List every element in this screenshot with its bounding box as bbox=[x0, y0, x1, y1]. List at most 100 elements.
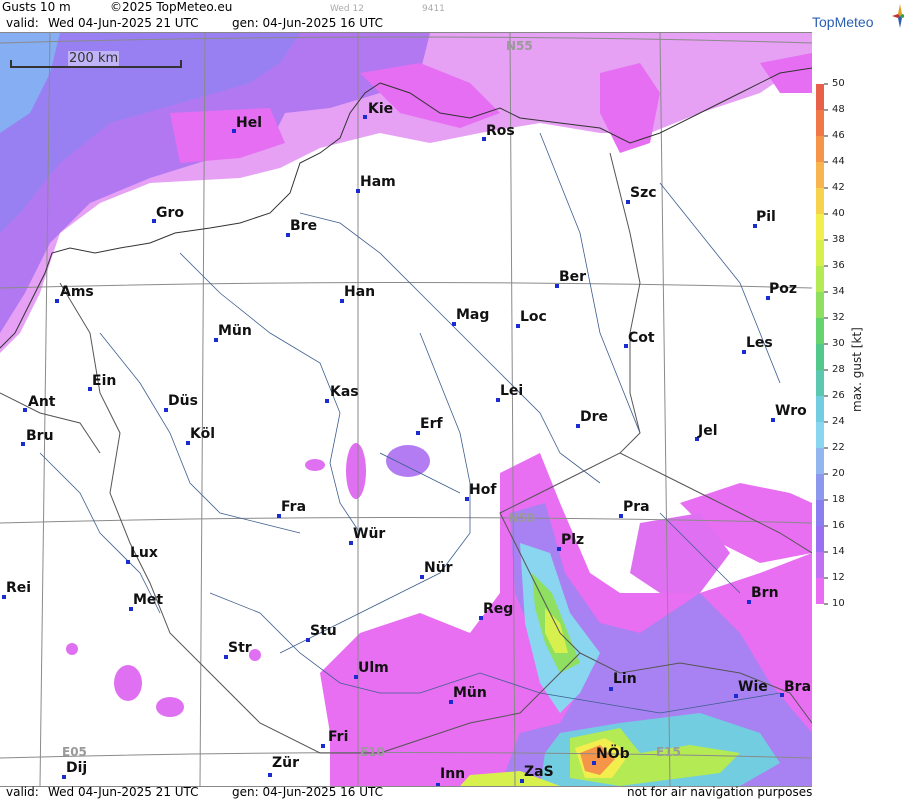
city-label[interactable]: Brn bbox=[751, 585, 779, 601]
legend-title: max. gust [kt] bbox=[850, 327, 864, 412]
city-label[interactable]: Fri bbox=[328, 729, 348, 745]
city-label[interactable]: Plz bbox=[561, 532, 584, 548]
grid-label-e10: E10 bbox=[360, 745, 385, 759]
legend-swatch bbox=[816, 370, 824, 396]
city-label[interactable]: Met bbox=[133, 592, 163, 608]
legend-tick: 30 bbox=[832, 338, 845, 349]
legend-tick: 12 bbox=[832, 572, 845, 583]
city-label[interactable]: Rei bbox=[6, 580, 31, 596]
copyright: ©2025 TopMeteo.eu bbox=[110, 0, 233, 14]
legend-swatch bbox=[816, 578, 824, 604]
city-marker bbox=[23, 408, 27, 412]
city-label[interactable]: Bru bbox=[26, 428, 54, 444]
grid-label-e15: E15 bbox=[656, 745, 681, 759]
footer-valid-time: Wed 04-Jun-2025 21 UTC bbox=[48, 785, 199, 799]
legend-swatch bbox=[816, 266, 824, 292]
grid-label-n55: N55 bbox=[506, 39, 533, 53]
city-label[interactable]: Inn bbox=[440, 766, 465, 782]
city-label[interactable]: Nür bbox=[424, 560, 453, 576]
city-label[interactable]: Dre bbox=[580, 409, 608, 425]
legend-tick: 10 bbox=[832, 598, 845, 609]
city-label[interactable]: Jel bbox=[698, 423, 718, 439]
city-label[interactable]: Fra bbox=[281, 499, 306, 515]
map-canvas bbox=[0, 33, 812, 786]
city-label[interactable]: Köl bbox=[190, 426, 215, 442]
legend-tick: 50 bbox=[832, 78, 845, 89]
city-label[interactable]: Lin bbox=[613, 671, 637, 687]
footer-valid-label: valid: bbox=[6, 785, 39, 799]
legend-swatch bbox=[816, 448, 824, 474]
city-label[interactable]: Ein bbox=[92, 373, 116, 389]
gust-map[interactable]: 200 km N55 N50 E05 E10 E15 Hel Kie Ros H… bbox=[0, 32, 812, 787]
city-label[interactable]: Cot bbox=[628, 330, 655, 346]
legend-swatch bbox=[816, 422, 824, 448]
legend-swatch bbox=[816, 188, 824, 214]
legend-tick: 32 bbox=[832, 312, 845, 323]
legend-tick: 34 bbox=[832, 286, 845, 297]
city-label[interactable]: Loc bbox=[520, 309, 547, 325]
city-label[interactable]: Wür bbox=[353, 526, 385, 542]
city-label[interactable]: Ant bbox=[28, 394, 56, 410]
city-label[interactable]: Wro bbox=[775, 403, 807, 419]
city-label[interactable]: Han bbox=[344, 284, 375, 300]
city-label[interactable]: Mün bbox=[453, 685, 487, 701]
legend-tick: 14 bbox=[832, 546, 845, 557]
city-label[interactable]: Gro bbox=[156, 205, 184, 221]
city-label[interactable]: Düs bbox=[168, 393, 198, 409]
city-label[interactable]: Reg bbox=[483, 601, 513, 617]
city-label[interactable]: Hof bbox=[469, 482, 496, 498]
city-label[interactable]: Szc bbox=[630, 185, 657, 201]
city-label[interactable]: Mün bbox=[218, 323, 252, 339]
legend-swatch bbox=[816, 318, 824, 344]
legend-swatch bbox=[816, 500, 824, 526]
legend-tick: 20 bbox=[832, 468, 845, 479]
city-label[interactable]: Ros bbox=[486, 123, 515, 139]
city-label[interactable]: Zür bbox=[272, 755, 299, 771]
city-label[interactable]: Hel bbox=[236, 115, 262, 131]
legend-tick: 16 bbox=[832, 520, 845, 531]
city-label[interactable]: ZaS bbox=[524, 764, 554, 780]
legend-tick: 46 bbox=[832, 130, 845, 141]
city-label[interactable]: Ulm bbox=[358, 660, 389, 676]
city-label[interactable]: Dij bbox=[66, 760, 87, 776]
run-id: 9411 bbox=[422, 4, 445, 14]
legend-swatch bbox=[816, 136, 824, 162]
gen-time: gen: 04-Jun-2025 16 UTC bbox=[232, 16, 384, 30]
city-label[interactable]: Les bbox=[746, 335, 773, 351]
city-label[interactable]: Kie bbox=[368, 101, 393, 117]
city-label[interactable]: Str bbox=[228, 640, 252, 656]
legend-swatch bbox=[816, 396, 824, 422]
valid-time: Wed 04-Jun-2025 21 UTC bbox=[48, 16, 199, 30]
run-code: Wed 12 bbox=[330, 4, 364, 14]
header-row-1: Gusts 10 m ©2025 TopMeteo.eu Wed 12 9411 bbox=[0, 0, 812, 16]
city-label[interactable]: Stu bbox=[310, 623, 337, 639]
city-label[interactable]: Mag bbox=[456, 307, 489, 323]
footer-gen-time: gen: 04-Jun-2025 16 UTC bbox=[232, 785, 384, 799]
city-label[interactable]: Poz bbox=[769, 281, 797, 297]
compass-icon bbox=[892, 4, 904, 28]
legend-tick: 40 bbox=[832, 208, 845, 219]
city-label[interactable]: Ham bbox=[360, 174, 396, 190]
valid-label: valid: bbox=[6, 16, 39, 30]
city-label[interactable]: Ams bbox=[60, 284, 94, 300]
city-label[interactable]: Lux bbox=[130, 545, 158, 561]
legend-swatch bbox=[816, 240, 824, 266]
city-label[interactable]: Bre bbox=[290, 218, 317, 234]
city-label[interactable]: Ber bbox=[559, 269, 586, 285]
city-label[interactable]: Pra bbox=[623, 499, 650, 515]
city-label[interactable]: Bra bbox=[784, 679, 811, 695]
city-label[interactable]: NÖb bbox=[596, 746, 630, 762]
city-label[interactable]: Lei bbox=[500, 383, 523, 399]
grid-label-e05: E05 bbox=[62, 745, 87, 759]
legend-swatch bbox=[816, 526, 824, 552]
city-label[interactable]: Kas bbox=[330, 384, 359, 400]
legend-tick: 42 bbox=[832, 182, 845, 193]
legend-tick: 18 bbox=[832, 494, 845, 505]
city-label[interactable]: Wie bbox=[738, 679, 768, 695]
city-label[interactable]: Pil bbox=[756, 209, 776, 225]
city-label[interactable]: Erf bbox=[420, 416, 443, 432]
topmeteo-logo: TopMeteo bbox=[804, 0, 904, 32]
legend-tick: 22 bbox=[832, 442, 845, 453]
scale-label: 200 km bbox=[68, 51, 120, 66]
city-marker bbox=[268, 773, 272, 777]
